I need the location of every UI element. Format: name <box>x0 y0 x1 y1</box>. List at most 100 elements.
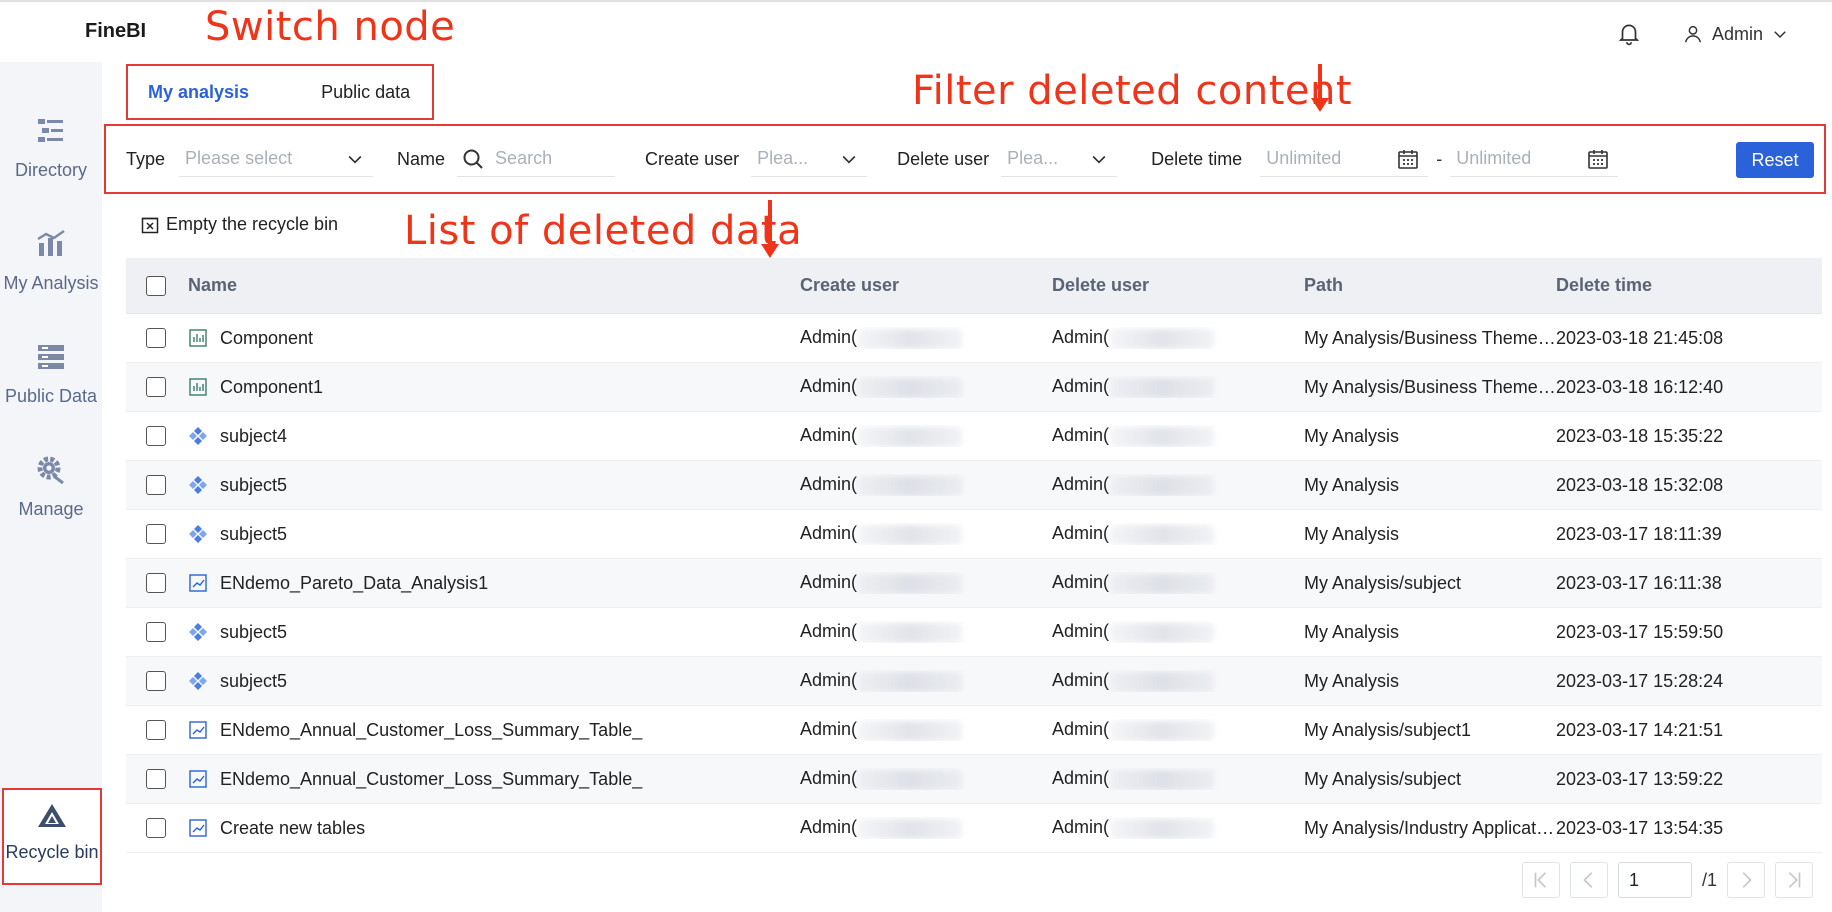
table-row[interactable]: ENdemo_Annual_Customer_Loss_Summary_Tabl… <box>126 755 1822 804</box>
type-select[interactable]: Please select <box>179 141 374 177</box>
table-body: Component Admin(Admin(My Analysis/Busines… <box>126 314 1822 853</box>
reset-button[interactable]: Reset <box>1736 142 1814 178</box>
table-row[interactable]: subject5 Admin(Admin(My Analysis 2023-03-1… <box>126 657 1822 706</box>
row-checkbox[interactable] <box>146 671 166 691</box>
pagination: /1 <box>1522 862 1814 898</box>
create-user-placeholder: Plea... <box>757 148 809 168</box>
sidebar-item-directory[interactable]: Directory <box>0 92 102 202</box>
row-name: ENdemo_Annual_Customer_Loss_Summary_Tabl… <box>220 768 643 789</box>
column-header-create-user[interactable]: Create user <box>800 275 1052 296</box>
delete-user-placeholder: Plea... <box>1007 148 1059 168</box>
type-placeholder: Please select <box>185 148 293 168</box>
start-date-input[interactable]: Unlimited <box>1260 141 1429 177</box>
row-delete-user: Admin( <box>1052 376 1110 397</box>
type-label: Type <box>126 148 166 169</box>
prev-page-button[interactable] <box>1570 862 1608 898</box>
user-icon <box>1684 25 1702 43</box>
row-checkbox[interactable] <box>146 720 166 740</box>
row-path: My Analysis/subject <box>1304 768 1462 789</box>
row-checkbox[interactable] <box>146 377 166 397</box>
redacted-text <box>858 818 963 839</box>
annotation-list: List of deleted data <box>404 208 803 254</box>
row-checkbox[interactable] <box>146 622 166 642</box>
chevron-down-icon <box>842 155 856 164</box>
name-search-input[interactable]: Search <box>457 141 616 177</box>
select-all-checkbox[interactable] <box>146 275 166 296</box>
row-create-user: Admin( <box>800 621 858 642</box>
row-delete-time: 2023-03-17 15:28:24 <box>1556 670 1724 691</box>
bell-icon[interactable] <box>1616 20 1642 46</box>
subject-icon <box>188 622 208 642</box>
sidebar-item-public-data[interactable]: Public Data <box>0 318 102 428</box>
sidebar-item-manage[interactable]: Manage <box>0 431 102 541</box>
delete-user-select[interactable]: Plea... <box>1001 141 1118 177</box>
calendar-icon <box>1398 150 1419 169</box>
tab-my-analysis[interactable]: My analysis <box>128 82 269 103</box>
column-header-delete-time[interactable]: Delete time <box>1556 275 1806 296</box>
empty-bin-label: Empty the recycle bin <box>166 214 339 234</box>
table-row[interactable]: subject5 Admin(Admin(My Analysis 2023-03-1… <box>126 510 1822 559</box>
row-checkbox[interactable] <box>146 475 166 495</box>
row-create-user: Admin( <box>800 719 858 740</box>
next-page-button[interactable] <box>1727 862 1766 898</box>
row-name: subject5 <box>220 670 288 691</box>
table-row[interactable]: ENdemo_Pareto_Data_Analysis1 Admin(Admin(… <box>126 559 1822 608</box>
page-number-input[interactable] <box>1618 862 1692 898</box>
annotation-arrow <box>1311 64 1329 112</box>
end-date-placeholder: Unlimited <box>1456 148 1532 168</box>
redacted-text <box>1110 377 1215 398</box>
table-row[interactable]: Component1 Admin(Admin(My Analysis/Busine… <box>126 363 1822 412</box>
sidebar-item-label: Recycle bin <box>5 842 99 862</box>
row-create-user: Admin( <box>800 376 858 397</box>
table-row[interactable]: subject5 Admin(Admin(My Analysis 2023-03-1… <box>126 461 1822 510</box>
row-checkbox[interactable] <box>146 426 166 446</box>
row-name: ENdemo_Pareto_Data_Analysis1 <box>220 572 489 593</box>
row-checkbox[interactable] <box>146 328 166 348</box>
last-page-button[interactable] <box>1775 862 1814 898</box>
user-menu[interactable]: Admin <box>1682 20 1789 48</box>
tab-public-data[interactable]: Public data <box>301 82 430 103</box>
row-delete-time: 2023-03-18 15:32:08 <box>1556 474 1724 495</box>
subject-icon <box>188 475 208 495</box>
dashboard-icon <box>188 720 208 740</box>
end-date-input[interactable]: Unlimited <box>1450 141 1619 177</box>
row-delete-user: Admin( <box>1052 425 1110 446</box>
table-row[interactable]: subject5 Admin(Admin(My Analysis 2023-03-1… <box>126 608 1822 657</box>
last-page-icon <box>1788 872 1801 888</box>
chevron-down-icon <box>1774 31 1786 39</box>
subject-icon <box>188 426 208 446</box>
dashboard-icon <box>188 818 208 838</box>
column-header-delete-user[interactable]: Delete user <box>1052 275 1304 296</box>
empty-recycle-bin-button[interactable]: Empty the recycle bin <box>140 214 338 235</box>
row-delete-time: 2023-03-18 16:12:40 <box>1556 376 1724 397</box>
table-row[interactable]: subject4 Admin(Admin(My Analysis 2023-03-1… <box>126 412 1822 461</box>
redacted-text <box>858 377 963 398</box>
create-user-label: Create user <box>645 148 740 169</box>
redacted-text <box>1110 573 1215 594</box>
fine-bi-recycle-bin: FineBI Admin Directory My Analysis Publi… <box>0 0 1832 912</box>
column-header-name[interactable]: Name <box>188 275 800 296</box>
row-checkbox[interactable] <box>146 524 166 544</box>
sidebar-item-recycle-bin[interactable]: Recycle bin <box>2 788 102 885</box>
column-header-path[interactable]: Path <box>1304 275 1556 296</box>
row-checkbox[interactable] <box>146 818 166 838</box>
table-row[interactable]: ENdemo_Annual_Customer_Loss_Summary_Tabl… <box>126 706 1822 755</box>
chevron-down-icon <box>1092 155 1106 164</box>
first-page-button[interactable] <box>1522 862 1560 898</box>
table-row[interactable]: Create new tables Admin(Admin(My Analysis… <box>126 804 1822 853</box>
row-checkbox[interactable] <box>146 573 166 593</box>
sidebar-item-my-analysis[interactable]: My Analysis <box>0 205 102 315</box>
redacted-text <box>858 573 963 594</box>
row-checkbox[interactable] <box>146 769 166 789</box>
row-path: My Analysis <box>1304 670 1400 691</box>
table-row[interactable]: Component Admin(Admin(My Analysis/Busines… <box>126 314 1822 363</box>
row-path: My Analysis/Industry Applicat… <box>1304 817 1555 838</box>
row-name: Component1 <box>220 376 324 397</box>
annotation-arrow <box>761 200 779 258</box>
create-user-select[interactable]: Plea... <box>751 141 868 177</box>
redacted-text <box>1110 622 1215 643</box>
row-delete-time: 2023-03-18 15:35:22 <box>1556 425 1724 446</box>
row-delete-user: Admin( <box>1052 817 1110 838</box>
sidebar-item-label: Public Data <box>4 386 98 406</box>
redacted-text <box>1110 426 1215 447</box>
